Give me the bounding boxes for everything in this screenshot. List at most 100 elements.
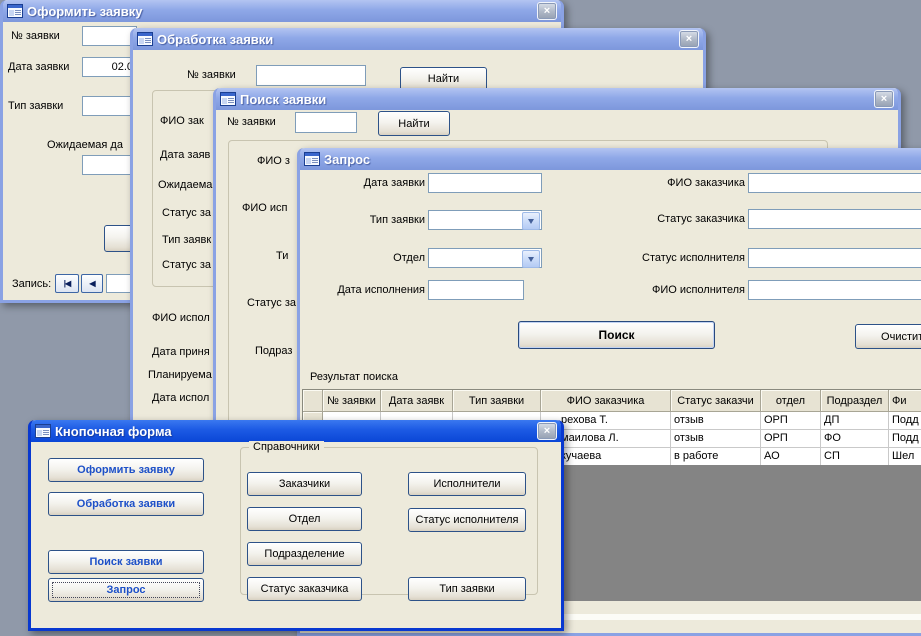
status-zayavki-label: Статус за (162, 259, 211, 271)
cell[interactable]: Шел (889, 448, 921, 466)
fio-ispolnitelya-label: ФИО исполнителя (585, 284, 745, 296)
cell[interactable]: СП (821, 448, 889, 466)
close-icon[interactable]: × (679, 30, 699, 48)
status-zakazchika-label: Статус заказчика (585, 213, 745, 225)
expected-date-input[interactable] (82, 155, 137, 175)
tip-zayavki-label: Тип заявк (162, 234, 211, 246)
window-title: Обработка заявки (157, 32, 675, 47)
form-icon (137, 32, 153, 46)
cell[interactable]: Подд (889, 412, 921, 430)
num-zayavki-input[interactable] (82, 26, 137, 46)
search-button[interactable]: Поиск (518, 321, 715, 349)
form-body: Оформить заявку Обработка заявки Поиск з… (31, 442, 561, 628)
column-header[interactable]: № заявки (323, 390, 381, 412)
open-poisk-button[interactable]: Поиск заявки (48, 550, 204, 574)
open-oformit-button[interactable]: Оформить заявку (48, 458, 204, 482)
expected-date-label: Ожидаема (158, 179, 212, 191)
column-header[interactable]: Статус заказчи (671, 390, 761, 412)
cell[interactable]: Подд (889, 430, 921, 448)
otdel-button[interactable]: Отдел (247, 507, 362, 531)
num-zayavki-input[interactable] (256, 65, 366, 86)
open-obrabotka-button[interactable]: Обработка заявки (48, 492, 204, 516)
column-header[interactable] (303, 390, 323, 412)
chevron-down-icon (528, 257, 534, 262)
data-ispolneniya-input[interactable] (428, 280, 524, 300)
titlebar[interactable]: Оформить заявку × (3, 0, 561, 22)
data-zayavki-input[interactable] (428, 173, 542, 193)
column-header[interactable]: Подраздел (821, 390, 889, 412)
cell[interactable]: в работе (671, 448, 761, 466)
column-header[interactable]: Фи (889, 390, 921, 412)
zakazchiki-button[interactable]: Заказчики (247, 472, 362, 496)
column-header[interactable]: Дата заявк (381, 390, 453, 412)
dropdown-button[interactable] (522, 250, 540, 268)
status-ispolnitelya-button[interactable]: Статус исполнителя (408, 508, 526, 532)
close-icon[interactable]: × (874, 90, 894, 108)
cell[interactable]: ФО (821, 430, 889, 448)
status-ispolnitelya-input[interactable] (748, 248, 921, 268)
record-prev-button[interactable]: ◀ (81, 274, 103, 293)
cell[interactable]: ОРП (761, 430, 821, 448)
status-zakazchika-input[interactable] (748, 209, 921, 229)
fio-zakazchika-label: ФИО заказчика (585, 177, 745, 189)
fio-ispolnitelya-input[interactable] (748, 280, 921, 300)
titlebar[interactable]: Поиск заявки × (216, 88, 898, 110)
column-header[interactable]: Тип заявки (453, 390, 541, 412)
fio-zakazchika-label: ФИО з (257, 155, 290, 167)
titlebar[interactable]: Кнопочная форма × (31, 420, 561, 442)
data-zayavki-label: Дата заявки (8, 61, 69, 73)
chevron-down-icon (528, 219, 534, 224)
dropdown-button[interactable] (522, 212, 540, 230)
num-zayavki-label: № заявки (227, 116, 276, 128)
titlebar[interactable]: Запрос × (300, 148, 921, 170)
open-zapros-button[interactable]: Запрос (48, 578, 204, 602)
tip-zayavki-button[interactable]: Тип заявки (408, 577, 526, 601)
cell[interactable]: отзыв (671, 430, 761, 448)
clear-button[interactable]: Очистить (855, 324, 921, 349)
expected-date-label: Ожидаемая да (47, 139, 123, 151)
window-title: Поиск заявки (240, 92, 870, 107)
fio-zakazchika-input[interactable] (748, 173, 921, 193)
otdel-combobox[interactable] (428, 248, 542, 268)
window-knopochnaya-forma: Кнопочная форма × Оформить заявку Обрабо… (28, 420, 564, 631)
planiruemaya-data-label: Планируема (148, 369, 212, 381)
cell[interactable]: отзыв (671, 412, 761, 430)
column-header[interactable]: ФИО заказчика (541, 390, 671, 412)
record-first-button[interactable]: |◀ (55, 274, 79, 293)
num-zayavki-label: № заявки (187, 69, 236, 81)
tip-zayavki-label: Ти (276, 250, 288, 262)
cell[interactable]: АО (761, 448, 821, 466)
tip-zayavki-combobox[interactable] (428, 210, 542, 230)
data-zayavki-input[interactable] (82, 57, 137, 77)
close-icon[interactable]: × (537, 2, 557, 20)
cell[interactable]: ОРП (761, 412, 821, 430)
data-ispolneniya-label: Дата исполнения (320, 284, 425, 296)
data-zayavki-label: Дата заяв (160, 149, 210, 161)
form-icon (7, 4, 23, 18)
window-title: Кнопочная форма (55, 424, 533, 439)
cell[interactable]: ДП (821, 412, 889, 430)
tip-zayavki-label: Тип заявки (320, 214, 425, 226)
table-header-row: № заявки Дата заявк Тип заявки ФИО заказ… (303, 390, 921, 412)
form-icon (35, 424, 51, 438)
status-zakazchika-button[interactable]: Статус заказчика (247, 577, 362, 601)
column-header[interactable]: отдел (761, 390, 821, 412)
num-zayavki-input[interactable] (295, 112, 357, 133)
status-zakazchika-label: Статус за (162, 207, 211, 219)
podrazdelenie-label: Подраз (255, 345, 292, 357)
window-title: Оформить заявку (27, 4, 533, 19)
record-nav-label: Запись: (12, 278, 51, 290)
find-button[interactable]: Найти (378, 111, 450, 136)
form-icon (304, 152, 320, 166)
tip-zayavki-input[interactable] (82, 96, 137, 116)
form-icon (220, 92, 236, 106)
num-zayavki-label: № заявки (11, 30, 60, 42)
close-icon[interactable]: × (537, 422, 557, 440)
podrazdelenie-button[interactable]: Подразделение (247, 542, 362, 566)
ispolniteli-button[interactable]: Исполнители (408, 472, 526, 496)
result-label: Результат поиска (310, 371, 398, 383)
status-ispolnitelya-label: Статус исполнителя (585, 252, 745, 264)
window-title: Запрос (324, 152, 921, 167)
tip-zayavki-label: Тип заявки (8, 100, 63, 112)
titlebar[interactable]: Обработка заявки × (133, 28, 703, 50)
